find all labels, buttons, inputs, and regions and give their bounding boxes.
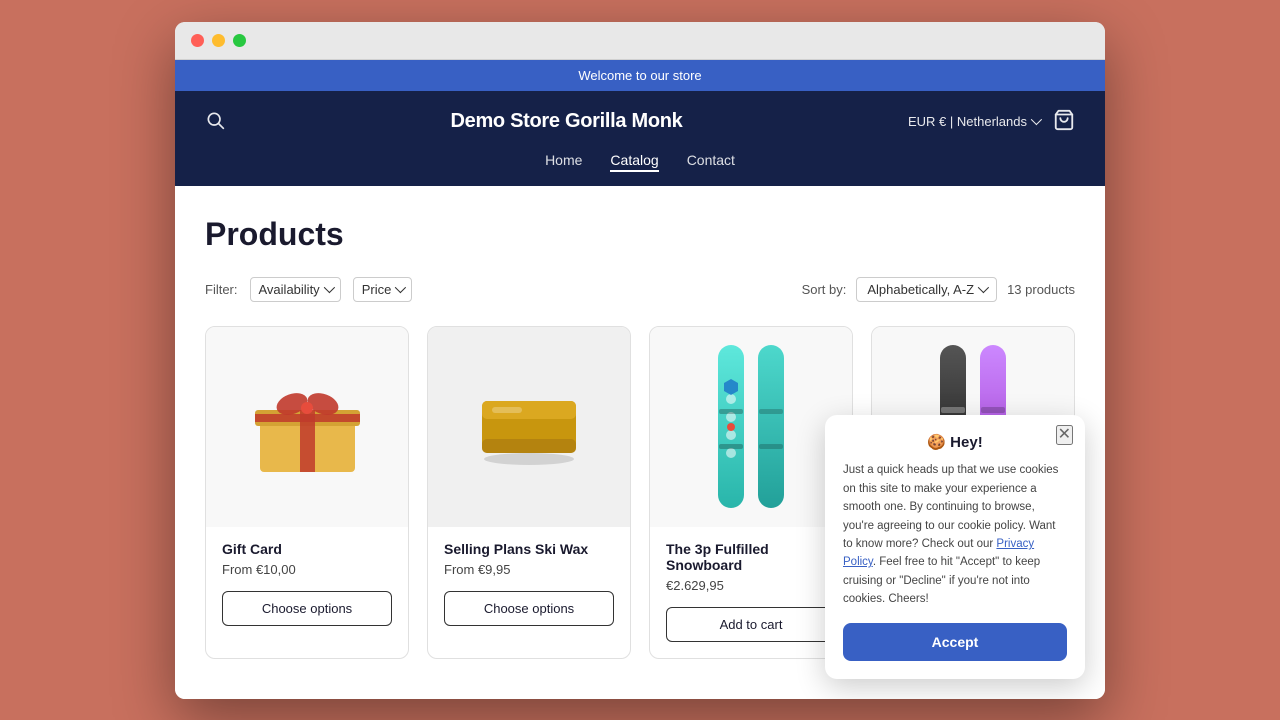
sort-controls: Sort by: Alphabetically, A-Z 13 products xyxy=(802,277,1075,302)
cookie-title: 🍪 Hey! xyxy=(843,433,1067,451)
price-label: Price xyxy=(362,282,392,297)
product-card-ski-wax: Selling Plans Ski Wax From €9,95 Choose … xyxy=(427,326,631,659)
traffic-light-red[interactable] xyxy=(191,34,204,47)
product-price: From €9,95 xyxy=(444,562,614,577)
product-name: Selling Plans Ski Wax xyxy=(444,541,614,557)
sort-label: Sort by: xyxy=(802,282,847,297)
sort-chevron-icon xyxy=(978,282,989,293)
nav-link-home[interactable]: Home xyxy=(545,152,582,172)
locale-selector[interactable]: EUR € | Netherlands xyxy=(908,114,1039,129)
product-image-ski-wax xyxy=(428,327,630,527)
store-nav: Demo Store Gorilla Monk EUR € | Netherla… xyxy=(175,91,1105,186)
sort-value: Alphabetically, A-Z xyxy=(867,282,974,297)
filter-bar: Filter: Availability Price Sort by: Alph… xyxy=(205,277,1075,302)
cart-icon xyxy=(1053,109,1075,131)
filter-controls: Filter: Availability Price xyxy=(205,277,412,302)
browser-window: Welcome to our store Demo Store Gorilla … xyxy=(175,22,1105,699)
nav-link-catalog[interactable]: Catalog xyxy=(610,152,658,172)
cookie-popup: ✕ 🍪 Hey! Just a quick heads up that we u… xyxy=(825,415,1085,678)
product-info-snowboard-teal: The 3p Fulfilled Snowboard €2.629,95 Add… xyxy=(650,527,852,658)
product-image-gift-card xyxy=(206,327,408,527)
product-card-snowboard-teal: The 3p Fulfilled Snowboard €2.629,95 Add… xyxy=(649,326,853,659)
store-title: Demo Store Gorilla Monk xyxy=(450,110,682,133)
page-title: Products xyxy=(205,216,1075,253)
nav-left xyxy=(205,110,225,133)
cookie-emoji: 🍪 xyxy=(927,434,946,451)
nav-link-contact[interactable]: Contact xyxy=(687,152,735,172)
search-icon xyxy=(205,110,225,130)
cookie-text-after: . Feel free to hit "Accept" to keep crui… xyxy=(843,556,1040,605)
availability-filter[interactable]: Availability xyxy=(250,277,341,302)
nav-right: EUR € | Netherlands xyxy=(908,109,1075,134)
banner-text: Welcome to our store xyxy=(578,68,701,83)
store-banner: Welcome to our store xyxy=(175,60,1105,91)
sort-select[interactable]: Alphabetically, A-Z xyxy=(856,277,997,302)
traffic-light-green[interactable] xyxy=(233,34,246,47)
cookie-title-text: Hey! xyxy=(950,434,983,451)
price-chevron-icon xyxy=(395,282,406,293)
snowboard-teal-illustration xyxy=(706,339,796,514)
search-button[interactable] xyxy=(205,110,225,133)
traffic-light-yellow[interactable] xyxy=(212,34,225,47)
product-info-gift-card: Gift Card From €10,00 Choose options xyxy=(206,527,408,642)
availability-label: Availability xyxy=(259,282,320,297)
gift-card-illustration xyxy=(250,382,365,472)
filter-label: Filter: xyxy=(205,282,238,297)
product-info-ski-wax: Selling Plans Ski Wax From €9,95 Choose … xyxy=(428,527,630,642)
choose-options-gift-card[interactable]: Choose options xyxy=(222,591,392,626)
cookie-accept-button[interactable]: Accept xyxy=(843,623,1067,661)
cart-button[interactable] xyxy=(1053,109,1075,134)
product-name: The 3p Fulfilled Snowboard xyxy=(666,541,836,573)
product-name: Gift Card xyxy=(222,541,392,557)
product-image-snowboard-teal xyxy=(650,327,852,527)
add-to-cart-snowboard-teal[interactable]: Add to cart xyxy=(666,607,836,642)
locale-text: EUR € | Netherlands xyxy=(908,114,1027,129)
nav-links: Home Catalog Contact xyxy=(205,152,1075,186)
product-price: €2.629,95 xyxy=(666,578,836,593)
locale-chevron-icon xyxy=(1031,114,1042,125)
store-content: Products Filter: Availability Price Sort… xyxy=(175,186,1105,699)
availability-chevron-icon xyxy=(323,282,334,293)
ski-wax-illustration xyxy=(474,387,584,467)
price-filter[interactable]: Price xyxy=(353,277,413,302)
cookie-body-text: Just a quick heads up that we use cookie… xyxy=(843,461,1067,608)
choose-options-ski-wax[interactable]: Choose options xyxy=(444,591,614,626)
cookie-close-button[interactable]: ✕ xyxy=(1056,425,1073,445)
browser-chrome xyxy=(175,22,1105,60)
product-count: 13 products xyxy=(1007,282,1075,297)
product-card-gift-card: Gift Card From €10,00 Choose options xyxy=(205,326,409,659)
product-price: From €10,00 xyxy=(222,562,392,577)
